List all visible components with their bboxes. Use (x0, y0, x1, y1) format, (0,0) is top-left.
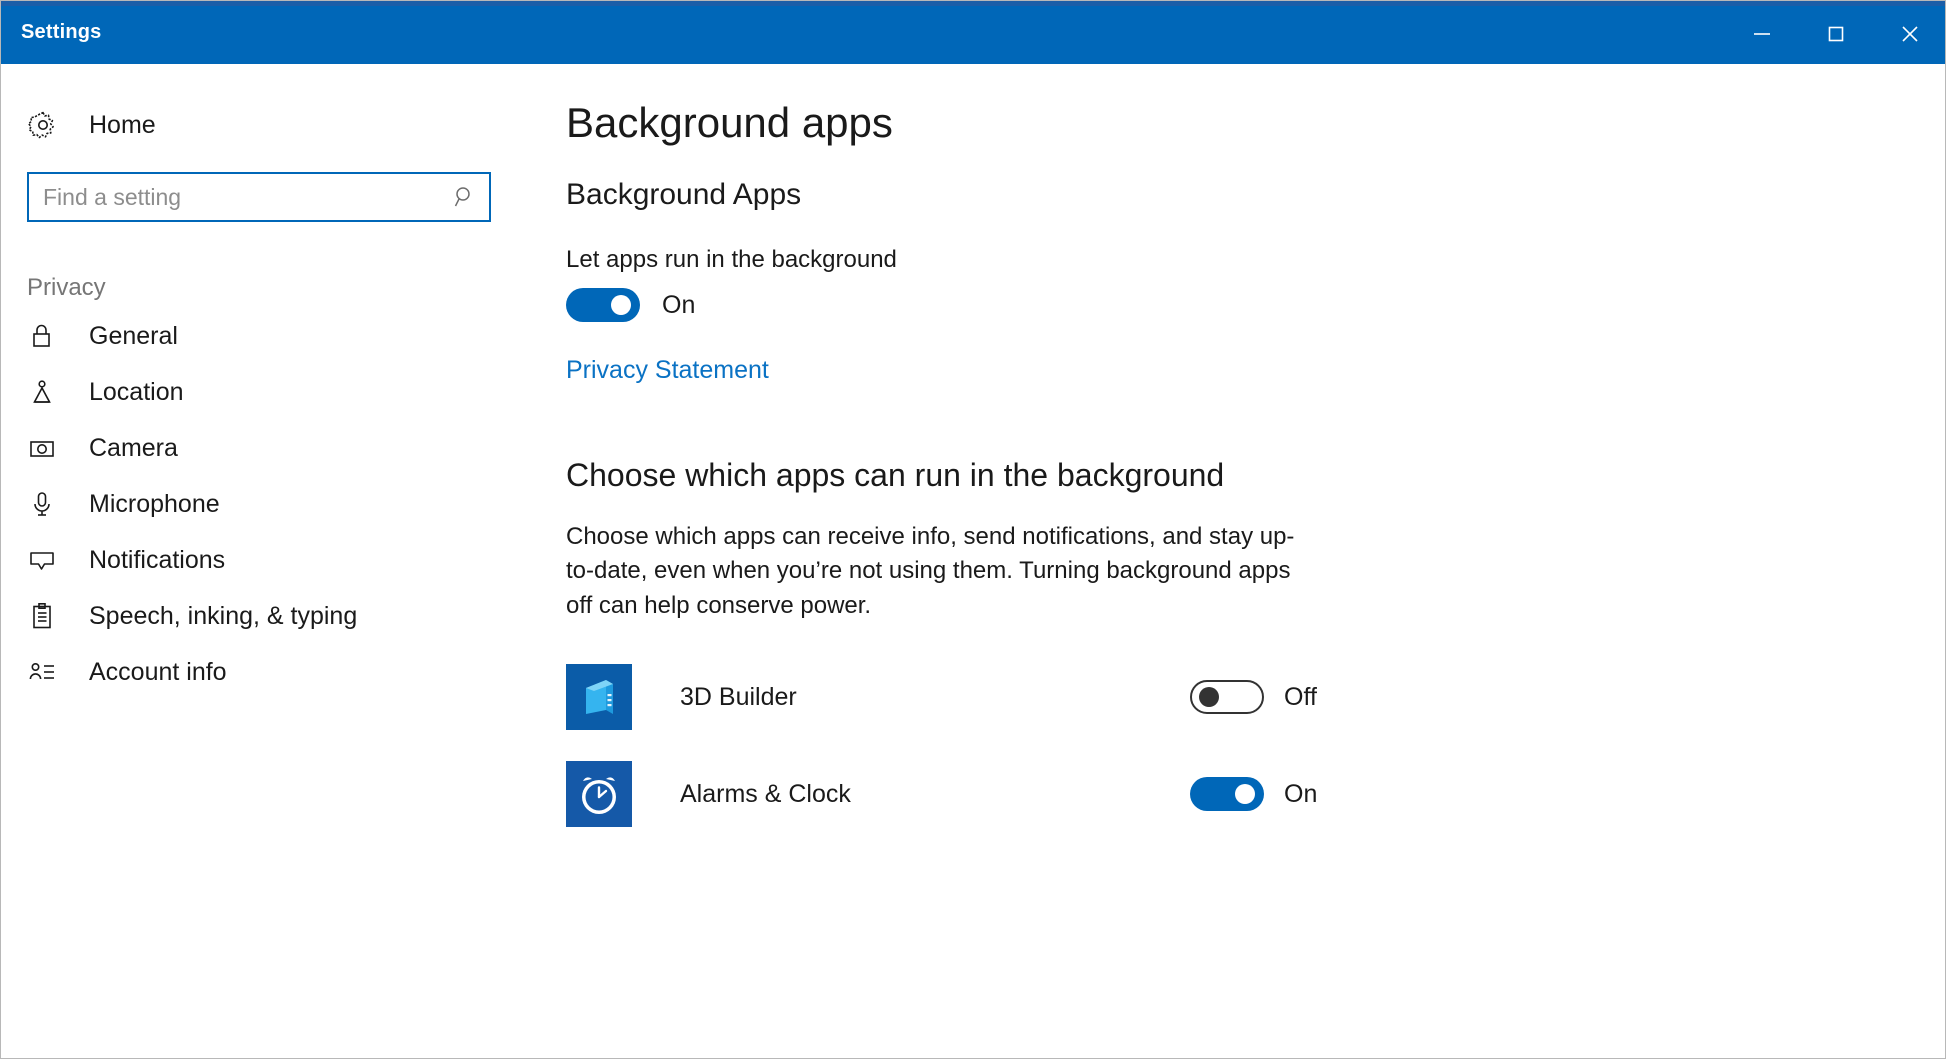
clipboard-icon (27, 601, 67, 631)
sidebar-item-label: Microphone (89, 489, 220, 518)
app-name: 3D Builder (680, 682, 797, 711)
sidebar-item-location[interactable]: Location (1, 364, 553, 420)
app-toggle[interactable] (1190, 680, 1264, 715)
3d-builder-icon (566, 664, 632, 731)
toggle-knob (1199, 687, 1219, 708)
sidebar-item-label: Camera (89, 433, 178, 462)
toggle-knob (1235, 784, 1255, 805)
master-toggle-row: On (566, 288, 1945, 323)
sidebar-item-home[interactable]: Home (1, 94, 553, 156)
sidebar: Home Privacy G (1, 64, 553, 1058)
master-toggle-state: On (662, 290, 696, 319)
sidebar-item-label: Location (89, 377, 184, 406)
maximize-icon (1823, 21, 1849, 47)
sidebar-item-label: Home (89, 110, 156, 139)
title-bar: Settings (1, 1, 1945, 64)
sidebar-item-general[interactable]: General (1, 308, 553, 364)
search-icon[interactable] (441, 184, 489, 210)
minimize-button[interactable] (1725, 4, 1799, 64)
sidebar-item-microphone[interactable]: Microphone (1, 476, 553, 532)
search-input[interactable] (29, 183, 441, 211)
privacy-statement-link[interactable]: Privacy Statement (566, 356, 769, 385)
account-info-icon (27, 657, 67, 687)
maximize-button[interactable] (1799, 4, 1873, 64)
app-row: 3D Builder Off (566, 649, 1945, 746)
app-name: Alarms & Clock (680, 779, 851, 808)
sidebar-item-account-info[interactable]: Account info (1, 644, 553, 700)
location-pin-icon (27, 377, 67, 407)
app-toggle-state: On (1284, 779, 1318, 808)
sidebar-item-speech-inking-typing[interactable]: Speech, inking, & typing (1, 588, 553, 644)
sidebar-item-label: Notifications (89, 545, 226, 574)
background-apps-subheading: Background Apps (566, 178, 802, 212)
alarms-clock-icon (566, 761, 632, 828)
master-toggle-label: Let apps run in the background (566, 246, 897, 274)
sidebar-item-label: Account info (89, 657, 227, 686)
app-row: Alarms & Clock On (566, 746, 1945, 843)
sidebar-item-camera[interactable]: Camera (1, 420, 553, 476)
choose-apps-description: Choose which apps can receive info, send… (566, 523, 1295, 619)
lock-icon (27, 321, 67, 351)
page-title: Background apps (566, 99, 893, 146)
app-toggle-wrap: Off (1190, 680, 1317, 715)
toggle-knob (611, 295, 631, 316)
window-title: Settings (21, 21, 102, 43)
close-icon (1896, 20, 1924, 48)
sidebar-item-label: General (89, 321, 178, 350)
search-box[interactable] (27, 172, 491, 222)
gear-icon (27, 109, 67, 141)
sidebar-section-label: Privacy (27, 274, 106, 301)
app-toggle[interactable] (1190, 777, 1264, 812)
choose-apps-heading: Choose which apps can run in the backgro… (566, 457, 1225, 494)
camera-icon (27, 433, 67, 463)
main-content: Background apps Background Apps Let apps… (553, 64, 1945, 1058)
app-list: 3D Builder Off Alarms & Clock On (566, 649, 1945, 843)
master-toggle[interactable] (566, 288, 640, 323)
app-toggle-wrap: On (1190, 777, 1318, 812)
title-bar-accent-strip (1, 1, 1945, 6)
microphone-icon (27, 489, 67, 519)
app-toggle-state: Off (1284, 682, 1317, 711)
window-controls (1725, 4, 1945, 64)
sidebar-item-label: Speech, inking, & typing (89, 601, 358, 630)
close-button[interactable] (1873, 4, 1945, 64)
settings-window: Settings Home Find a setting Privacy Gen… (0, 0, 1946, 1059)
window-body: Home Privacy G (1, 64, 1945, 1058)
minimize-icon (1749, 21, 1775, 47)
notification-balloon-icon (27, 545, 67, 575)
sidebar-item-notifications[interactable]: Notifications (1, 532, 553, 588)
